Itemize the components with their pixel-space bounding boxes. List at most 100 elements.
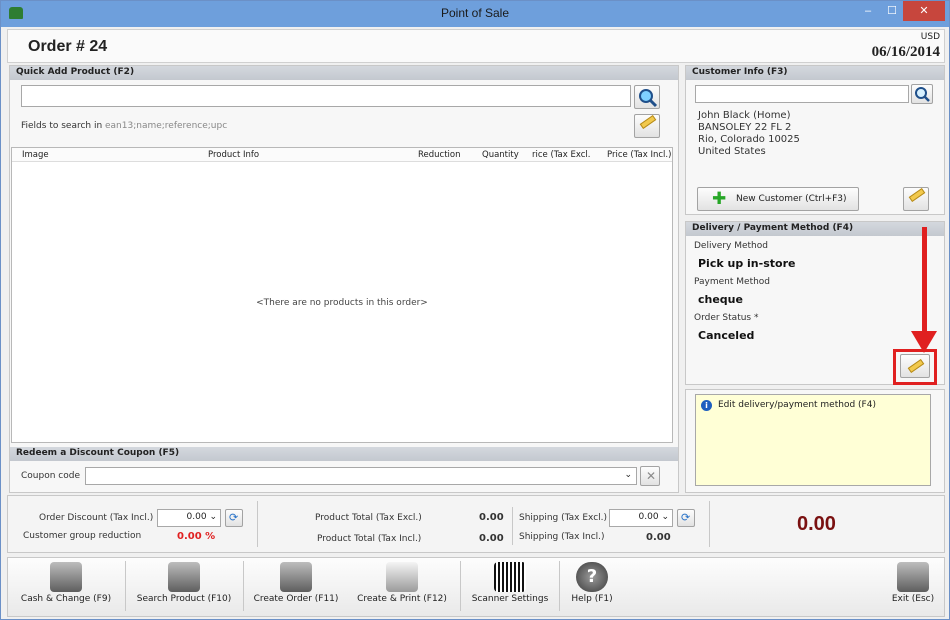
order-status-label: Order Status *: [694, 313, 759, 323]
col-product-info: Product Info: [208, 150, 260, 160]
delivery-method-value: Pick up in-store: [698, 257, 796, 270]
coupon-title: Redeem a Discount Coupon (F5): [10, 447, 678, 461]
divider: [512, 507, 513, 545]
payment-method-value: cheque: [698, 293, 743, 306]
toolbar-separator: [460, 561, 461, 611]
product-grid[interactable]: Image Product Info Reduction Quantity ri…: [11, 147, 673, 443]
col-image: Image: [22, 150, 49, 160]
search-icon: [639, 89, 658, 108]
coupon-input[interactable]: ⌄: [85, 467, 637, 485]
empty-message: <There are no products in this order>: [256, 298, 428, 308]
quick-add-title: Quick Add Product (F2): [10, 66, 678, 80]
shipping-incl-value: 0.00: [646, 532, 671, 543]
window-title: Point of Sale: [440, 6, 510, 20]
cash-change-button[interactable]: Cash & Change (F9): [11, 558, 121, 616]
order-discount-select[interactable]: 0.00 ⌄: [157, 509, 221, 527]
scanner-settings-label: Scanner Settings: [471, 594, 549, 604]
help-icon: ?: [576, 562, 608, 592]
cash-register-icon: [50, 562, 82, 592]
new-customer-button[interactable]: ✚ New Customer (Ctrl+F3): [697, 187, 859, 211]
divider: [709, 501, 710, 547]
chevron-down-icon: ⌄: [661, 512, 669, 522]
order-status-value: Canceled: [698, 329, 755, 342]
create-order-label: Create Order (F11): [253, 594, 339, 604]
order-header: Order # 24 USD 06/16/2014: [7, 29, 945, 63]
search-button[interactable]: [634, 85, 660, 109]
product-total-incl-label: Product Total (Tax Incl.): [317, 534, 422, 544]
order-date: 06/16/2014: [871, 44, 940, 60]
col-quantity: Quantity: [482, 150, 519, 160]
exit-door-icon: [897, 562, 929, 592]
pos-window: Point of Sale – ☐ ✕ Order # 24 USD 06/16…: [0, 0, 950, 620]
edit-customer-button[interactable]: [903, 187, 929, 211]
grand-total: 0.00: [797, 513, 836, 535]
edit-fields-button[interactable]: [634, 114, 660, 138]
currency-label: USD: [920, 32, 940, 42]
toolbar-separator: [243, 561, 244, 611]
customer-address: BANSOLEY 22 FL 2: [698, 122, 792, 133]
customer-country: United States: [698, 146, 766, 157]
order-discount-label: Order Discount (Tax Incl.): [39, 513, 154, 523]
clear-coupon-button[interactable]: ✕: [640, 466, 660, 486]
refresh-shipping-button[interactable]: ⟳: [677, 509, 695, 527]
product-total-excl-value: 0.00: [479, 512, 504, 523]
help-button[interactable]: ? Help (F1): [561, 558, 623, 616]
printer-icon: [386, 562, 418, 592]
col-reduction: Reduction: [418, 150, 461, 160]
toolbar-separator: [559, 561, 560, 611]
refresh-discount-button[interactable]: ⟳: [225, 509, 243, 527]
refresh-icon: ⟳: [229, 511, 239, 524]
product-total-excl-label: Product Total (Tax Excl.): [315, 513, 422, 523]
customer-title: Customer Info (F3): [686, 66, 944, 80]
minimize-button[interactable]: –: [857, 1, 879, 21]
pencil-icon: [639, 114, 657, 130]
close-button[interactable]: ✕: [903, 1, 945, 21]
exit-label: Exit (Esc): [891, 594, 935, 604]
shipping-incl-label: Shipping (Tax Incl.): [519, 532, 605, 542]
group-reduction-value: 0.00 %: [177, 531, 216, 542]
create-order-button[interactable]: Create Order (F11): [247, 558, 345, 616]
fields-label: Fields to search in: [21, 121, 103, 131]
grid-header: Image Product Info Reduction Quantity ri…: [12, 148, 672, 162]
shipping-select[interactable]: 0.00 ⌄: [609, 509, 673, 527]
customer-search-input[interactable]: [695, 85, 909, 103]
maximize-button[interactable]: ☐: [881, 1, 903, 21]
search-product-button[interactable]: Search Product (F10): [129, 558, 239, 616]
chevron-down-icon: ⌄: [624, 470, 632, 480]
close-icon: ✕: [646, 469, 657, 483]
info-icon: i: [701, 400, 712, 411]
search-product-label: Search Product (F10): [136, 594, 232, 604]
customer-search-button[interactable]: [911, 84, 933, 104]
coupon-label: Coupon code: [21, 471, 80, 481]
shipping-excl-value: 0.00: [638, 512, 659, 522]
title-bar: Point of Sale – ☐ ✕: [1, 1, 949, 27]
fields-value: ean13;name;reference;upc: [105, 121, 228, 131]
product-search-input[interactable]: [21, 85, 631, 107]
shipping-excl-label: Shipping (Tax Excl.): [519, 513, 608, 523]
create-print-label: Create & Print (F12): [357, 594, 447, 604]
new-customer-label: New Customer (Ctrl+F3): [736, 194, 847, 204]
col-price-incl: Price (Tax Incl.): [607, 150, 672, 160]
hint-box: i Edit delivery/payment method (F4): [695, 394, 931, 486]
annotation-highlight-box: [893, 349, 937, 385]
cash-change-label: Cash & Change (F9): [20, 594, 112, 604]
annotation-arrow: [922, 227, 927, 337]
exit-button[interactable]: Exit (Esc): [883, 558, 943, 616]
barcode-icon: [494, 562, 526, 592]
group-reduction-label: Customer group reduction: [23, 531, 142, 541]
hint-text: Edit delivery/payment method (F4): [718, 400, 876, 410]
help-label: Help (F1): [571, 594, 613, 604]
scanner-settings-button[interactable]: Scanner Settings: [463, 558, 557, 616]
col-price-excl: rice (Tax Excl.: [532, 150, 591, 160]
pencil-icon: [908, 187, 926, 203]
order-number: Order # 24: [28, 38, 108, 55]
divider: [257, 501, 258, 547]
plus-icon: ✚: [712, 189, 727, 209]
create-print-button[interactable]: Create & Print (F12): [349, 558, 455, 616]
order-discount-value: 0.00: [186, 512, 207, 522]
refresh-icon: ⟳: [681, 511, 691, 524]
delivery-method-label: Delivery Method: [694, 241, 768, 251]
register-icon: [280, 562, 312, 592]
search-product-icon: [168, 562, 200, 592]
chevron-down-icon: ⌄: [209, 512, 217, 522]
